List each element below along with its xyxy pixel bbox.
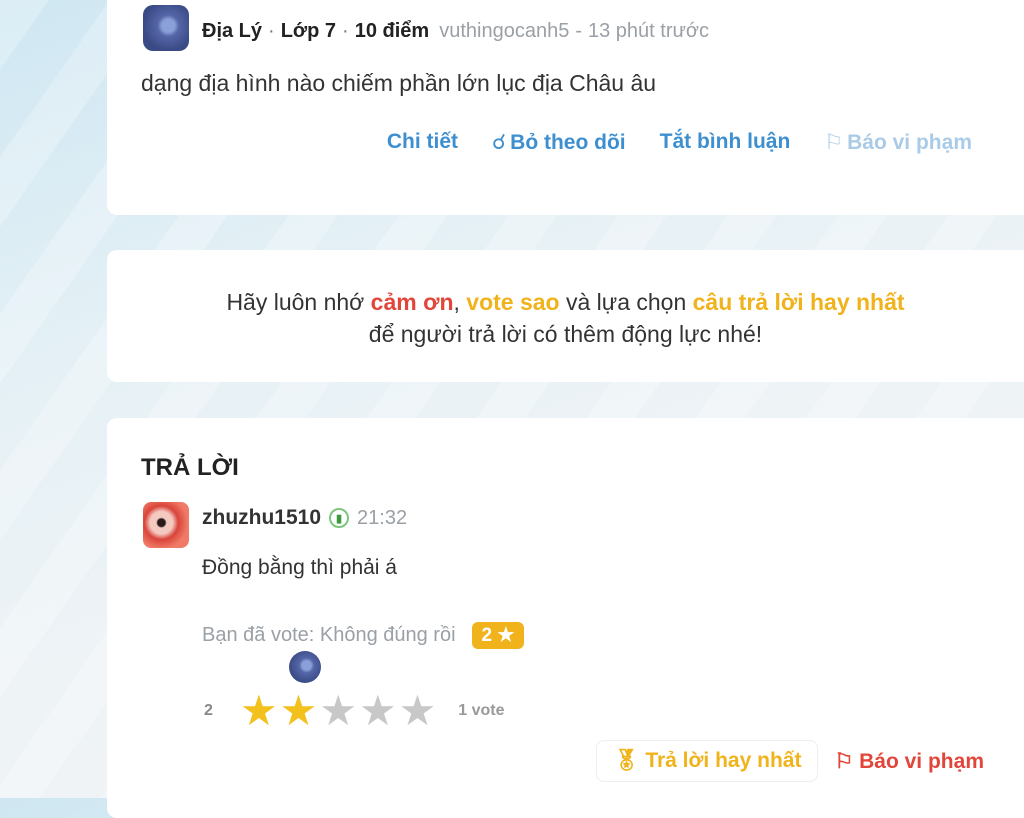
rating-value: 2 [204,702,213,719]
best-answer-button[interactable]: 🏅︎ Trả lời hay nhất [595,740,819,782]
reminder-vote: vote sao [466,289,560,315]
detail-link[interactable]: Chi tiết [387,130,458,155]
flag-icon: ⚐ [834,749,854,773]
voted-row: Bạn đã vote: Không đúng rồi 2 ★ [202,622,525,649]
report-question-label: Báo vi phạm [847,131,972,154]
answer-text: Đồng bằng thì phải á [202,556,397,579]
answer-card: TRẢ LỜI zhuzhu1510 ▮ 21:32 Đồng bằng thì… [107,418,1024,818]
unfollow-link[interactable]: ☌ Bỏ theo dõi [492,130,626,155]
voter-avatar [289,651,321,683]
reminder-best: câu trả lời hay nhất [692,289,905,315]
answer-heading: TRẢ LỜI [141,454,239,481]
unfollow-label: Bỏ theo dõi [510,131,626,154]
asker-avatar[interactable] [143,5,189,51]
question-text: dạng địa hình nào chiếm phần lớn lục địa… [141,70,657,96]
report-answer-button[interactable]: ⚐ Báo vi phạm [818,741,984,782]
unfollow-icon: ☌ [492,131,507,154]
subject-label[interactable]: Địa Lý [202,20,262,42]
disable-comments-link[interactable]: Tắt bình luận [660,130,791,155]
star-4-icon[interactable]: ★ [359,690,397,732]
points-label: 10 điểm [354,20,430,42]
answer-actions: 🏅︎ Trả lời hay nhất ⚐ Báo vi phạm [595,740,984,782]
question-time: 13 phút trước [587,20,709,42]
star-2-icon[interactable]: ★ [280,690,318,732]
vote-badge: 2 ★ [471,622,525,649]
answerer-avatar[interactable] [143,502,189,548]
answerer-info: zhuzhu1510 ▮ 21:32 [202,506,407,530]
rating-row: 2 ★ ★ ★ ★ ★ 1 vote [204,690,505,732]
reminder-thanks: cảm ơn [370,289,454,315]
question-actions: Chi tiết ☌ Bỏ theo dõi Tắt bình luận ⚐ Báo… [387,130,972,155]
vote-count: 1 vote [458,702,505,719]
reminder-card: Hãy luôn nhớ cảm ơn, vote sao và lựa chọ… [107,250,1024,382]
report-question-link[interactable]: ⚐ Báo vi phạm [824,130,972,155]
reminder-line2: để người trả lời có thêm động lực nhé! [368,321,763,347]
reminder-middle: và lựa chọn [566,289,687,315]
answerer-name[interactable]: zhuzhu1510 [202,506,321,530]
answer-time: 21:32 [357,506,408,529]
reminder-prefix: Hãy luôn nhớ [226,289,365,315]
question-card: Địa Lý · Lớp 7 · 10 điểm vuthingocanh5-13 phú… [107,0,1024,215]
star-5-icon[interactable]: ★ [399,690,437,732]
flag-icon: ⚐ [824,131,844,154]
grade-label: Lớp 7 [280,20,337,42]
author-name[interactable]: vuthingocanh5 [439,20,569,42]
reminder-comma: , [453,289,460,315]
rank-badge-icon: ▮ [329,508,350,528]
star-1-icon[interactable]: ★ [240,690,278,732]
medal-icon: 🏅︎ [612,749,640,772]
question-meta: Địa Lý · Lớp 7 · 10 điểm vuthingocanh5-13 phú… [202,20,709,42]
best-answer-label: Trả lời hay nhất [645,749,802,772]
voted-text: Bạn đã vote: Không đúng rồi [202,624,456,646]
reminder-text: Hãy luôn nhớ cảm ơn, vote sao và lựa chọ… [107,286,1024,350]
report-answer-label: Báo vi phạm [859,749,984,773]
star-3-icon[interactable]: ★ [319,690,357,732]
